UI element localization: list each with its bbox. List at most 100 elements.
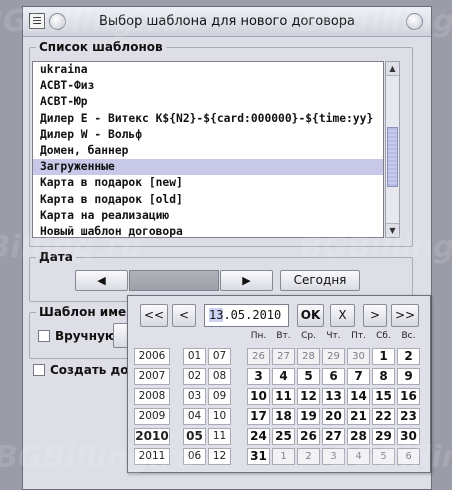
scroll-thumb[interactable] [387,127,398,187]
title-bar[interactable]: Выбор шаблона для нового договора [23,7,431,37]
month-cell[interactable]: 12 [208,448,231,465]
prev-date-button[interactable]: ◀ [75,270,128,291]
month-cell[interactable]: 04 [183,408,206,425]
day-cell[interactable]: 17 [247,408,270,425]
day-cell[interactable]: 29 [372,428,395,445]
day-cell[interactable]: 19 [297,408,320,425]
day-cell[interactable]: 26 [297,428,320,445]
day-cell[interactable]: 7 [347,368,370,385]
day-cell[interactable]: 13 [322,388,345,405]
day-cell[interactable]: 1 [272,448,295,465]
day-cell[interactable]: 2 [297,448,320,465]
year-cell[interactable]: 2011 [134,448,170,465]
day-cell[interactable]: 1 [372,348,395,365]
day-cell[interactable]: 28 [347,428,370,445]
create-contract-checkbox[interactable] [33,364,45,376]
month-cell[interactable]: 01 [183,348,206,365]
weekday-header: Сб. [376,331,391,341]
prev-month-button[interactable]: < [172,304,196,327]
day-cell[interactable]: 9 [397,368,420,385]
year-cell[interactable]: 2006 [134,348,170,365]
template-list-item[interactable]: АСВТ-Физ [33,78,383,94]
day-cell[interactable]: 8 [372,368,395,385]
day-cell[interactable]: 16 [397,388,420,405]
templates-legend: Список шаблонов [39,40,163,54]
day-cell[interactable]: 14 [347,388,370,405]
month-cell[interactable]: 09 [208,388,231,405]
year-cell[interactable]: 2008 [134,388,170,405]
day-cell[interactable]: 29 [322,348,345,365]
day-cell[interactable]: 3 [247,368,270,385]
templates-scrollbar[interactable]: ▲ ▼ [385,61,400,238]
ok-button[interactable]: OK [297,304,324,327]
date-field[interactable] [129,270,219,291]
template-list-item[interactable]: Домен, баннер [33,143,383,159]
template-list-item[interactable]: Карта в подарок [old] [33,192,383,208]
day-cell[interactable]: 4 [347,448,370,465]
day-cell[interactable]: 15 [372,388,395,405]
day-cell[interactable]: 27 [272,348,295,365]
year-cell[interactable]: 2007 [134,368,170,385]
day-cell[interactable]: 27 [322,428,345,445]
date-day-selection: 13 [209,308,224,322]
day-cell[interactable]: 30 [347,348,370,365]
month-cell[interactable]: 11 [208,428,231,445]
month-cell[interactable]: 06 [183,448,206,465]
day-cell[interactable]: 10 [247,388,270,405]
day-cell[interactable]: 30 [397,428,420,445]
template-list-item[interactable]: Дилер Е - Витекс K${N2}-${card:000000}-$… [33,111,383,127]
month-cell[interactable]: 03 [183,388,206,405]
close-window-button[interactable] [406,13,423,30]
month-cell[interactable]: 07 [208,348,231,365]
day-cell[interactable]: 4 [272,368,295,385]
month-cell[interactable]: 05 [183,428,206,445]
weekday-header: Пн. [250,331,267,341]
template-list-item[interactable]: Карта в подарок [new] [33,175,383,191]
template-list-item[interactable]: ukraina [33,62,383,78]
day-cell[interactable]: 6 [397,448,420,465]
calendar-date-input[interactable]: 13.05.2010 [204,304,289,327]
day-cell[interactable]: 22 [372,408,395,425]
day-cell[interactable]: 6 [322,368,345,385]
day-cell[interactable]: 25 [272,428,295,445]
month-cell[interactable]: 08 [208,368,231,385]
window-title: Выбор шаблона для нового договора [98,14,356,29]
day-cell[interactable]: 18 [272,408,295,425]
day-cell[interactable]: 2 [397,348,420,365]
arrow-left-icon: ◀ [97,274,106,287]
template-list-item[interactable]: Дилер W - Вольф [33,127,383,143]
weekday-header: Пт. [351,331,366,341]
prev-year-button[interactable]: << [140,304,168,327]
template-list-item[interactable]: Карта на реализацию [33,208,383,224]
day-cell[interactable]: 11 [272,388,295,405]
template-list-item[interactable]: АСВТ-Юр [33,94,383,110]
day-cell[interactable]: 5 [372,448,395,465]
manual-checkbox[interactable] [38,330,50,342]
day-cell[interactable]: 24 [247,428,270,445]
day-cell[interactable]: 31 [247,448,270,465]
month-cell[interactable]: 02 [183,368,206,385]
day-cell[interactable]: 28 [297,348,320,365]
day-cell[interactable]: 26 [247,348,270,365]
today-button[interactable]: Сегодня [280,270,360,291]
month-cell[interactable]: 10 [208,408,231,425]
weekday-header: Вт. [276,331,291,341]
next-year-button[interactable]: >> [391,304,419,327]
year-cell[interactable]: 2009 [134,408,170,425]
next-date-button[interactable]: ▶ [220,270,273,291]
year-cell[interactable]: 2010 [134,428,170,445]
template-list-item[interactable]: Загруженные [33,159,383,176]
day-cell[interactable]: 20 [322,408,345,425]
day-cell[interactable]: 3 [322,448,345,465]
day-cell[interactable]: 5 [297,368,320,385]
scroll-down-icon[interactable]: ▼ [386,223,399,237]
close-button[interactable]: X [330,304,355,327]
weekday-header: Ср. [301,331,316,341]
templates-list[interactable]: ukraina АСВТ-Физ АСВТ-Юр Дилер Е - Витекс K… [32,61,384,238]
day-cell[interactable]: 23 [397,408,420,425]
day-cell[interactable]: 21 [347,408,370,425]
template-list-item[interactable]: Новый шаблон договора [33,224,383,237]
day-cell[interactable]: 12 [297,388,320,405]
next-month-button[interactable]: > [363,304,387,327]
scroll-up-icon[interactable]: ▲ [386,62,399,76]
